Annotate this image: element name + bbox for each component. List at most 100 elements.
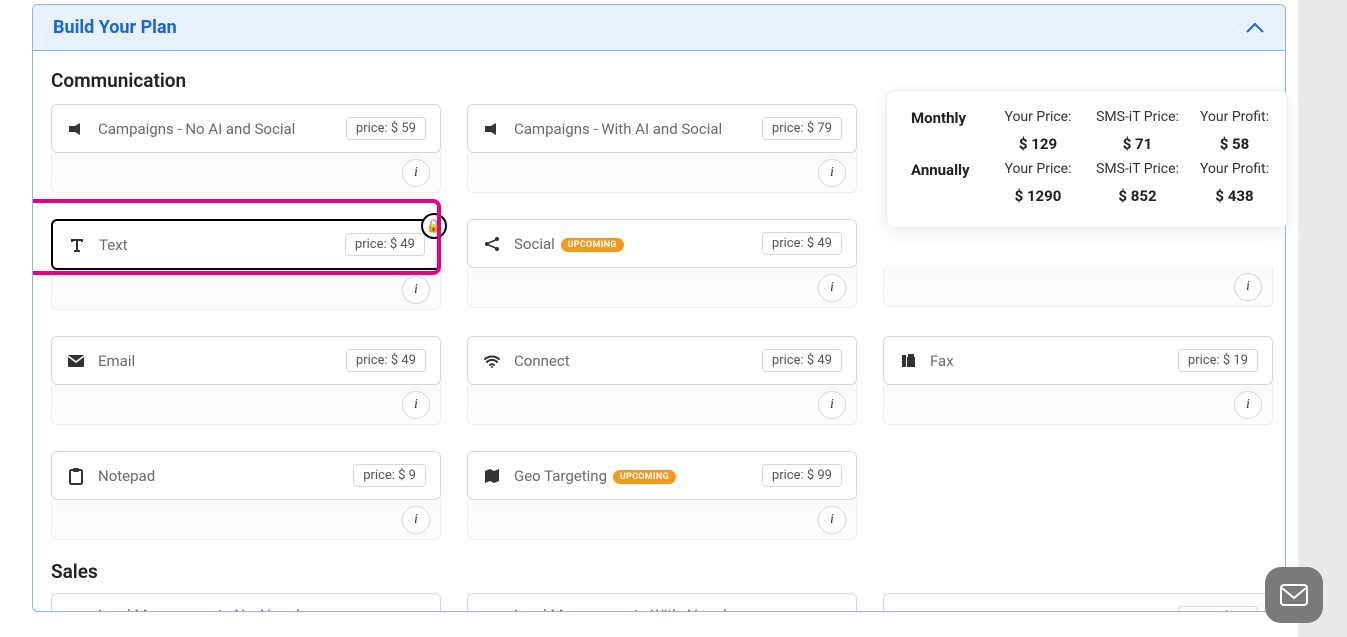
plan-card-info-row: i <box>51 385 441 425</box>
summary-your-price-value: $ 129 <box>993 135 1083 153</box>
plan-card-label-text: Geo Targeting <box>514 467 607 485</box>
plan-card-cell: Pipelines price: $ 29 <box>883 593 1273 612</box>
section-sales-title: Sales <box>51 560 1267 583</box>
plan-card-text[interactable]: 🔒 Text price: $ 49 <box>51 219 441 270</box>
upcoming-badge: UPCOMING <box>561 238 624 252</box>
mail-fab[interactable] <box>1265 567 1323 623</box>
plan-card-cell: Social UPCOMING price: $ 49 i <box>467 219 857 310</box>
plan-card-cell: Campaigns - No AI and Social price: $ 59… <box>51 104 441 193</box>
info-icon[interactable]: i <box>818 506 846 534</box>
plan-card-label: Connect <box>514 352 750 370</box>
info-icon[interactable]: i <box>1234 273 1262 301</box>
info-icon[interactable]: i <box>402 159 430 187</box>
plan-card-cell: Fax price: $ 19 i <box>883 336 1273 425</box>
plan-card-fax[interactable]: Fax price: $ 19 <box>883 336 1273 385</box>
plan-card-info-row: i <box>467 385 857 425</box>
plan-card-connect[interactable]: Connect price: $ 49 <box>467 336 857 385</box>
plan-card-cell: Lead Management - With AI and Social pri… <box>467 593 857 612</box>
chevron-up-icon[interactable] <box>1245 21 1265 35</box>
wifi-icon <box>482 351 502 371</box>
summary-profit-value: $ 438 <box>1192 187 1277 205</box>
summary-your-price-label: Your Price: <box>993 109 1083 125</box>
summary-your-price-value: $ 1290 <box>993 187 1083 205</box>
plan-card-label: Pipelines <box>930 609 1166 613</box>
fax-icon <box>898 351 918 371</box>
price-pill: price: $ 19 <box>1178 349 1258 372</box>
summary-profit-value: $ 58 <box>1192 135 1277 153</box>
plan-card-campaigns-no-ai[interactable]: Campaigns - No AI and Social price: $ 59 <box>51 104 441 153</box>
info-icon[interactable]: i <box>818 274 846 302</box>
plan-card-label: Lead Management - With AI and Social <box>514 606 750 612</box>
mail-icon <box>1279 583 1309 607</box>
summary-smsit-price-label: SMS-iT Price: <box>1085 161 1190 177</box>
info-icon[interactable]: i <box>402 506 430 534</box>
plan-card-label: Geo Targeting UPCOMING <box>514 467 750 485</box>
info-icon[interactable]: i <box>402 391 430 419</box>
plan-card-info-row: i <box>467 268 857 308</box>
plan-card-cell-empty <box>883 451 1273 540</box>
plan-card-label: Text <box>99 236 333 254</box>
campaign-icon <box>66 119 86 139</box>
plan-card-campaigns-with-ai[interactable]: Campaigns - With AI and Social price: $ … <box>467 104 857 153</box>
summary-smsit-price-value: $ 852 <box>1085 187 1190 205</box>
plan-card-info-row: i <box>51 153 441 193</box>
summary-smsit-price-label: SMS-iT Price: <box>1085 109 1190 125</box>
summary-smsit-price-value: $ 71 <box>1085 135 1190 153</box>
price-pill: price: $ 59 <box>346 117 426 140</box>
plan-card-cell: i <box>883 219 1273 310</box>
plan-card-label: Campaigns - With AI and Social <box>514 120 750 138</box>
pricing-summary: Monthly Your Price: SMS-iT Price: Your P… <box>886 90 1288 228</box>
plan-card-cell: Connect price: $ 49 i <box>467 336 857 425</box>
price-pill: price: $ 99 <box>762 464 842 487</box>
upcoming-badge: UPCOMING <box>613 470 676 484</box>
plan-card-lead-no-ai[interactable]: Lead Management - No AI and Social price… <box>51 593 441 612</box>
price-pill: price: $ 79 <box>762 117 842 140</box>
summary-your-price-label: Your Price: <box>993 161 1083 177</box>
plan-card-info-row: i <box>51 500 441 540</box>
plan-card-pipelines[interactable]: Pipelines price: $ 29 <box>883 593 1273 612</box>
share-icon <box>482 234 502 254</box>
plan-card-email[interactable]: Email price: $ 49 <box>51 336 441 385</box>
plan-card-label: Lead Management - No AI and Social <box>98 606 341 612</box>
plan-card-cell: Notepad price: $ 9 i <box>51 451 441 540</box>
price-pill: price: $ 49 <box>762 349 842 372</box>
summary-annually-label: Annually <box>911 161 991 179</box>
price-pill: price: $ 49 <box>346 349 426 372</box>
plan-card-label: Email <box>98 352 334 370</box>
clipboard-icon <box>66 466 86 486</box>
price-pill: price: $ 9 <box>353 464 426 487</box>
plan-card-notepad[interactable]: Notepad price: $ 9 <box>51 451 441 500</box>
info-icon[interactable]: i <box>402 276 430 304</box>
pipeline-icon <box>898 608 918 613</box>
campaign-icon <box>482 119 502 139</box>
plan-card-cell: Email price: $ 49 i <box>51 336 441 425</box>
info-icon[interactable]: i <box>818 159 846 187</box>
plan-card-label: Notepad <box>98 467 341 485</box>
plan-card-cell: Lead Management - No AI and Social price… <box>51 593 441 612</box>
plan-card-info-row: i <box>467 153 857 193</box>
plan-card-label-text: Social <box>514 235 555 253</box>
plan-card-info-row: i <box>883 385 1273 425</box>
sales-grid: Lead Management - No AI and Social price… <box>51 593 1267 612</box>
window-right-gutter <box>1300 0 1347 637</box>
section-communication-title: Communication <box>51 69 1267 92</box>
price-pill: price: $ 29 <box>1178 606 1258 612</box>
summary-profit-label: Your Profit: <box>1192 109 1277 125</box>
summary-monthly-label: Monthly <box>911 109 991 127</box>
price-pill: price: $ 49 <box>762 232 842 255</box>
panel-title: Build Your Plan <box>53 17 177 38</box>
plan-card-label: Campaigns - No AI and Social <box>98 120 334 138</box>
plan-card-label: Social UPCOMING <box>514 235 750 253</box>
plan-card-cell: Campaigns - With AI and Social price: $ … <box>467 104 857 193</box>
summary-monthly: Monthly Your Price: SMS-iT Price: Your P… <box>911 109 1267 153</box>
plan-card-geo-targeting[interactable]: Geo Targeting UPCOMING price: $ 99 <box>467 451 857 500</box>
info-icon[interactable]: i <box>1234 391 1262 419</box>
plan-card-info-row: i <box>883 267 1273 307</box>
price-pill: price: $ 49 <box>345 233 425 256</box>
info-icon[interactable]: i <box>818 391 846 419</box>
plan-card-social[interactable]: Social UPCOMING price: $ 49 <box>467 219 857 268</box>
plan-card-cell: Geo Targeting UPCOMING price: $ 99 i <box>467 451 857 540</box>
plan-card-lead-with-ai[interactable]: Lead Management - With AI and Social pri… <box>467 593 857 612</box>
map-icon <box>482 466 502 486</box>
panel-header[interactable]: Build Your Plan <box>33 5 1285 51</box>
